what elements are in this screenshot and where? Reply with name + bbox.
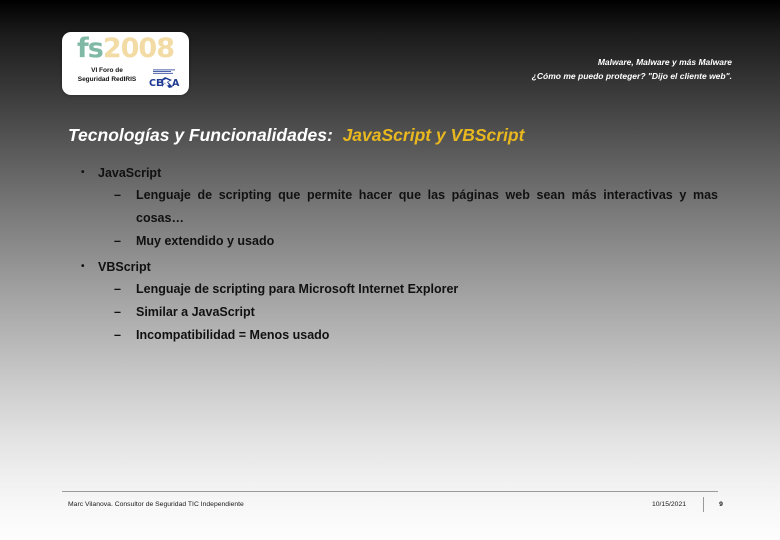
bullet-level2: – Muy extendido y usado — [114, 230, 718, 253]
footer-divider-rule — [62, 491, 718, 492]
bullet-level2-label: Muy extendido y usado — [136, 234, 275, 248]
bullet-level2-label: Lenguaje de scripting que permite hacer … — [136, 188, 718, 225]
slide-body: • JavaScript – Lenguaje de scripting que… — [78, 162, 718, 347]
footer-page-number: 9 — [719, 501, 723, 508]
header-note-line2: ¿Cómo me puedo proteger? "Dijo el client… — [531, 71, 732, 81]
bullet-level1: • JavaScript — [78, 162, 718, 184]
bullet-level1-label: VBScript — [98, 260, 151, 274]
logo-subtitle: VI Foro de Seguridad RedIRIS — [68, 67, 146, 84]
logo-wordmark-fs: fs — [77, 33, 104, 64]
bullet-level2: – Lenguaje de scripting para Microsoft I… — [114, 278, 718, 301]
bullet-level1: • VBScript — [78, 256, 718, 278]
header-note: Malware, Malware y más Malware ¿Cómo me … — [532, 55, 732, 83]
bullet-dash-icon: – — [114, 188, 121, 202]
bullet-level2: – Incompatibilidad = Menos usado — [114, 324, 718, 347]
slide-title: Tecnologías y Funcionalidades: JavaScrip… — [68, 124, 524, 146]
slide-title-accent: JavaScript y VBScript — [342, 125, 525, 145]
svg-text:CE: CE — [149, 78, 162, 89]
header-note-line1: Malware, Malware y más Malware — [597, 57, 732, 67]
bullet-dot-icon: • — [81, 167, 85, 178]
footer-vertical-separator — [703, 497, 704, 512]
bullet-level2: – Similar a JavaScript — [114, 301, 718, 324]
logo-subtitle-line2: Seguridad RedIRIS — [77, 75, 137, 83]
slide-canvas: fs2008 VI Foro de Seguridad RedIRIS CE A… — [0, 0, 780, 540]
footer-date: 10/15/2021 — [651, 501, 687, 508]
bullet-level2-label: Similar a JavaScript — [136, 305, 255, 319]
logo-subtitle-line1: VI Foro de — [91, 67, 123, 74]
event-logo-card: fs2008 VI Foro de Seguridad RedIRIS CE A — [62, 32, 189, 95]
bullet-level2-label: Incompatibilidad = Menos usado — [136, 328, 330, 342]
bullet-level1-label: JavaScript — [98, 166, 162, 180]
cesca-logo-icon: CE A — [149, 69, 180, 89]
bullet-dash-icon: – — [114, 328, 121, 342]
bullet-level2: – Lenguaje de scripting que permite hace… — [114, 184, 718, 230]
bullet-dash-icon: – — [114, 234, 121, 248]
logo-wordmark: fs2008 — [62, 33, 189, 65]
slide-title-main: Tecnologías y Funcionalidades: — [68, 125, 333, 145]
svg-text:A: A — [172, 78, 180, 89]
bullet-dash-icon: – — [114, 282, 121, 296]
bullet-dash-icon: – — [114, 305, 121, 319]
bullet-level2-label: Lenguaje de scripting para Microsoft Int… — [136, 282, 459, 296]
footer-author: Marc Vilanova. Consultor de Seguridad TI… — [68, 501, 244, 508]
bullet-dot-icon: • — [81, 261, 85, 272]
logo-wordmark-year: 2008 — [102, 33, 175, 64]
